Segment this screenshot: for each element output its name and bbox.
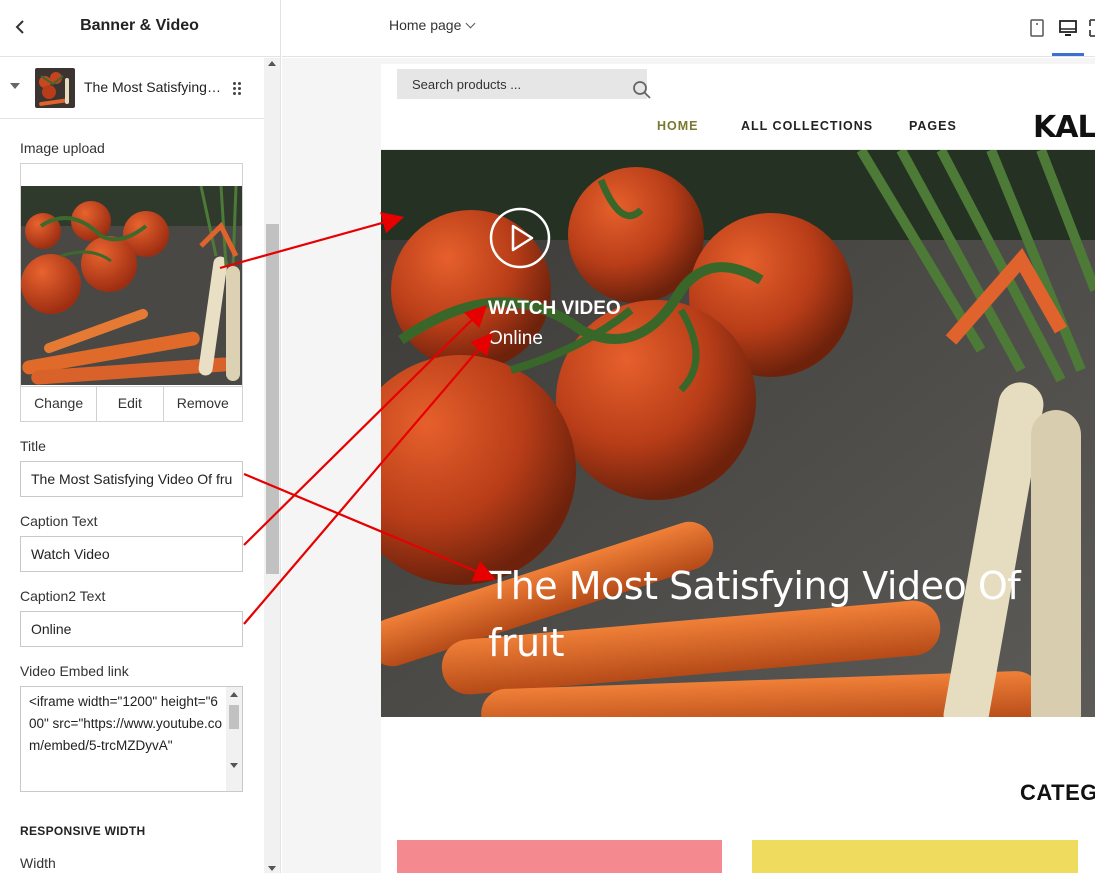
panel-title: Banner & Video [80,17,199,34]
textarea-scrollbar[interactable] [226,687,242,791]
caption-label: Caption Text [20,513,98,529]
scroll-up-icon[interactable] [268,61,276,66]
image-upload-box: Change Edit Remove [20,163,243,422]
nav-all-collections[interactable]: ALL COLLECTIONS [741,119,873,133]
drag-handle-icon[interactable] [233,82,241,95]
page-selector-label: Home page [389,17,462,33]
video-embed-textarea[interactable]: <iframe width="1200" height="600" src="h… [20,686,243,792]
store-search-input[interactable]: Search products ... [397,69,651,99]
caption-input[interactable]: Watch Video [20,536,243,572]
editor-panel: Banner & Video The Most Satisfying… Imag… [0,0,281,873]
banner-caption: WATCH VIDEO [488,298,621,319]
textarea-scroll-thumb[interactable] [229,705,239,729]
uploaded-image[interactable] [21,186,242,385]
active-device-indicator [1052,53,1084,56]
scroll-thumb[interactable] [266,224,279,574]
scroll-down-icon[interactable] [268,866,276,871]
responsive-width-heading: RESPONSIVE WIDTH [20,824,146,838]
panel-scrollbar[interactable] [264,58,280,873]
textarea-scroll-up-icon[interactable] [230,692,238,697]
image-actions: Change Edit Remove [21,386,242,421]
search-icon[interactable] [632,80,652,100]
width-label: Width [20,855,56,871]
image-upload-label: Image upload [20,140,105,156]
block-thumbnail [35,68,75,108]
block-label: The Most Satisfying… [84,79,221,95]
change-image-button[interactable]: Change [21,387,98,421]
store-logo[interactable]: KAL [1033,110,1095,145]
caret-down-icon[interactable] [10,83,20,89]
search-placeholder: Search products ... [412,77,522,92]
store-nav: HOME ALL COLLECTIONS PAGES KAL [381,104,1095,150]
categories-heading: CATEG [1020,780,1095,805]
nav-home[interactable]: HOME [657,119,699,133]
banner-caption2: Online [488,328,543,349]
category-card-pink[interactable] [397,840,722,873]
play-video-icon[interactable] [488,206,552,270]
title-input[interactable]: The Most Satisfying Video Of fru [20,461,243,497]
panel-header: Banner & Video [0,0,280,57]
title-label: Title [20,438,46,454]
caption2-label: Caption2 Text [20,588,106,604]
block-row[interactable]: The Most Satisfying… [0,58,264,119]
banner-title: The Most Satisfying Video Of fruit [488,564,1021,665]
nav-pages[interactable]: PAGES [909,119,957,133]
store-preview: Search products ... HOME ALL COLLECTIONS… [381,64,1095,873]
video-banner: WATCH VIDEO Online The Most Satisfying V… [381,150,1095,717]
video-embed-label: Video Embed link [20,663,129,679]
caption2-input[interactable]: Online [20,611,243,647]
mobile-icon[interactable] [1027,18,1047,38]
remove-image-button[interactable]: Remove [164,387,242,421]
page-selector[interactable]: Home page [389,17,476,33]
textarea-scroll-down-icon[interactable] [230,763,238,768]
chevron-down-icon [465,18,476,29]
category-card-yellow[interactable] [752,840,1078,873]
edit-image-button[interactable]: Edit [97,387,164,421]
fullscreen-icon[interactable] [1088,18,1095,38]
preview-toolbar: Home page [282,0,1095,57]
desktop-icon[interactable] [1058,18,1078,38]
video-embed-value: <iframe width="1200" height="600" src="h… [29,694,223,753]
